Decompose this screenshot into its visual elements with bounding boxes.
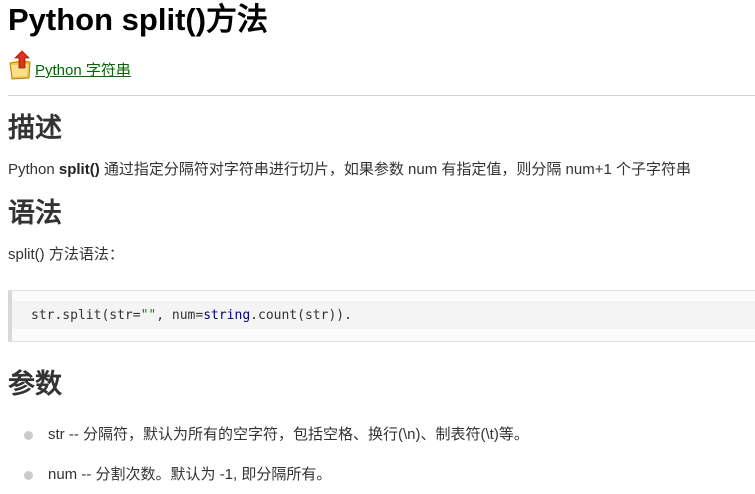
code-part-count: .count(str)). <box>250 308 352 323</box>
param-num-text: num -- 分割次数。默认为 -1, 即分隔所有。 <box>48 466 332 483</box>
code-part-call: str.split(str= <box>31 308 141 323</box>
up-arrow-folder-icon <box>8 50 34 80</box>
syntax-heading: 语法 <box>8 198 62 228</box>
description-text: Python split() 通过指定分隔符对字符串进行切片，如果参数 num … <box>8 159 691 181</box>
code-text: str.split(str="", num=string.count(str))… <box>31 308 352 324</box>
syntax-intro: split() 方法语法： <box>8 246 124 263</box>
bullet-dot-icon <box>24 471 33 480</box>
bullet-dot-icon <box>24 431 33 440</box>
code-part-num: , num= <box>156 308 204 323</box>
description-text-rest: 通过指定分隔符对字符串进行切片，如果参数 num 有指定值，则分隔 num+1 … <box>99 161 692 178</box>
list-item: num -- 分割次数。默认为 -1, 即分隔所有。 <box>0 464 529 486</box>
back-link-label: Python 字符串 <box>35 62 131 79</box>
list-item: str -- 分隔符，默认为所有的空字符，包括空格、换行(\n)、制表符(\t)… <box>0 424 529 446</box>
code-part-keyword: string <box>203 308 251 323</box>
description-text-start: Python <box>8 161 59 178</box>
page-title: Python split()方法 <box>8 2 269 37</box>
description-method-name: split() <box>58 161 100 178</box>
page: Python split()方法 Python 字符串 描述 Python sp… <box>0 0 755 494</box>
description-heading: 描述 <box>8 113 62 143</box>
param-str-text: str -- 分隔符，默认为所有的空字符，包括空格、换行(\n)、制表符(\t)… <box>48 426 529 443</box>
header-divider <box>8 95 755 96</box>
code-part-string: "" <box>140 308 157 323</box>
code-block: str.split(str="", num=string.count(str))… <box>8 290 755 342</box>
params-list: str -- 分隔符，默认为所有的空字符，包括空格、换行(\n)、制表符(\t)… <box>0 424 529 494</box>
back-to-strings-link[interactable]: Python 字符串 <box>8 50 131 80</box>
params-heading: 参数 <box>8 369 62 399</box>
